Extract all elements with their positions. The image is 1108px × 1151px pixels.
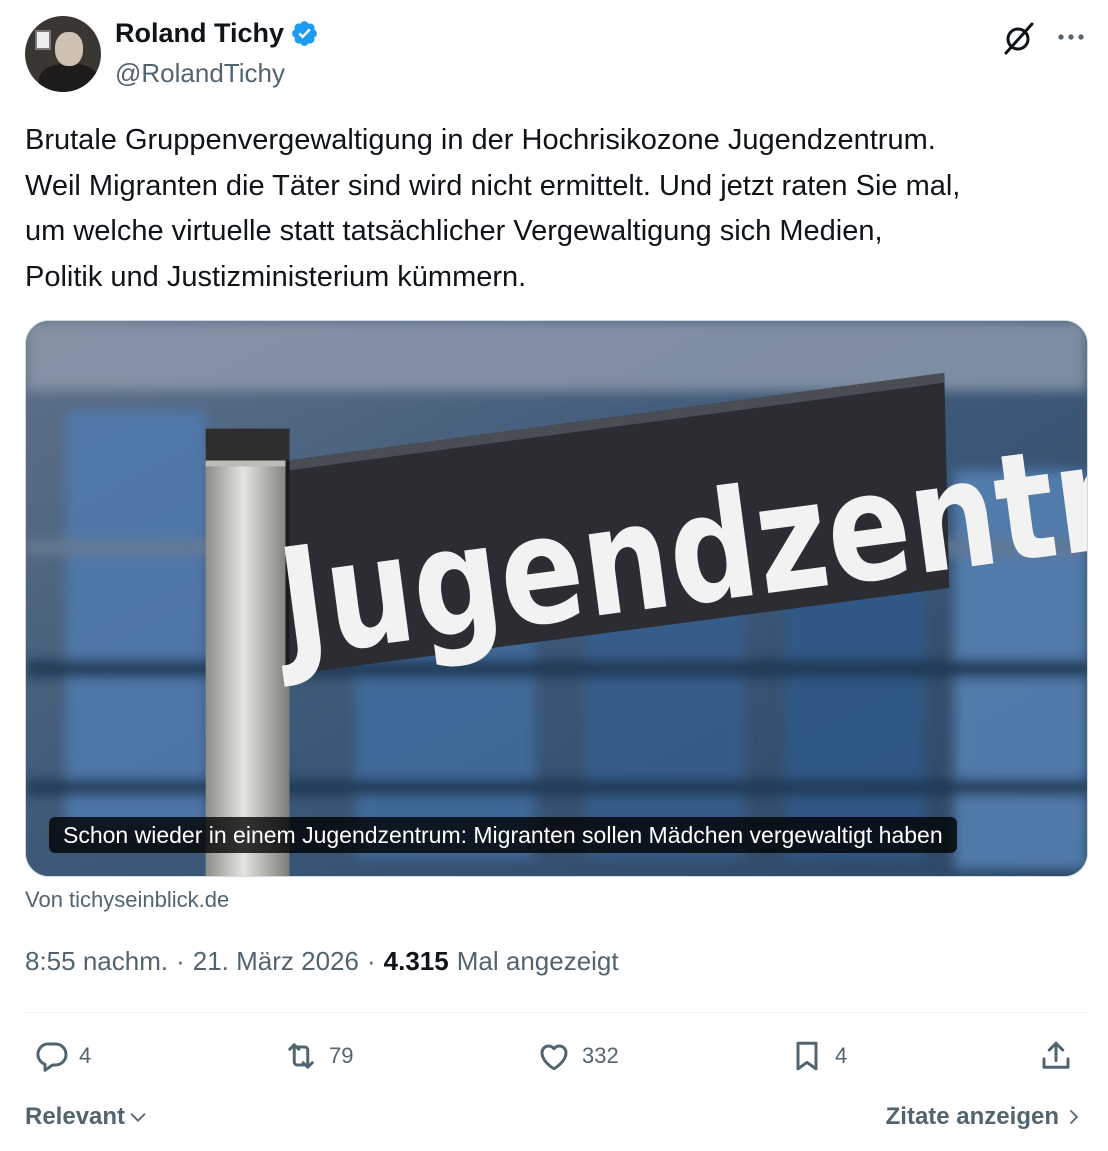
show-quotes-link[interactable]: Zitate anzeigen <box>886 1103 1083 1131</box>
avatar-body <box>39 64 99 92</box>
tweet-time[interactable]: 8:55 nachm. <box>25 946 168 977</box>
meta-separator: · <box>366 946 376 976</box>
chevron-right-icon <box>1070 1110 1079 1124</box>
reply-button[interactable]: 4 <box>33 1038 91 1074</box>
card-source[interactable]: Von tichyseinblick.de <box>25 887 229 913</box>
verified-badge-icon[interactable] <box>290 19 319 48</box>
repost-button[interactable]: 79 <box>283 1038 353 1074</box>
link-card[interactable]: Jugendzentrum Schon wieder in einem Juge… <box>25 320 1088 877</box>
grok-icon[interactable] <box>1001 20 1037 56</box>
tweet-date[interactable]: 21. März 2026 <box>193 946 359 977</box>
avatar-face <box>55 32 83 66</box>
bookmark-icon <box>796 1041 818 1071</box>
author-handle[interactable]: @RolandTichy <box>115 58 285 89</box>
bookmark-button[interactable]: 4 <box>789 1038 847 1074</box>
share-button[interactable] <box>1038 1038 1074 1074</box>
sort-relevant-button[interactable]: Relevant <box>25 1103 149 1131</box>
bookmark-count: 4 <box>835 1043 848 1068</box>
repost-count: 79 <box>329 1043 354 1068</box>
avatar-background-picture <box>35 30 51 50</box>
reply-icon <box>36 1042 68 1072</box>
view-count: 4.315 <box>383 946 449 976</box>
author-name[interactable]: Roland Tichy <box>115 18 284 49</box>
chevron-down-icon <box>130 1113 146 1122</box>
like-count: 332 <box>582 1043 619 1068</box>
tweet-meta: 8:55 nachm. · 21. März 2026 · 4.315 Mal … <box>25 946 619 977</box>
view-label: Mal angezeigt <box>456 946 619 976</box>
reply-count: 4 <box>79 1043 92 1068</box>
more-icon[interactable] <box>1054 20 1088 54</box>
share-icon <box>1042 1041 1070 1069</box>
like-button[interactable]: 332 <box>536 1038 619 1074</box>
avatar[interactable] <box>25 16 101 92</box>
card-image: Jugendzentrum <box>26 321 1087 876</box>
repost-icon <box>288 1043 314 1069</box>
tweet-text: Brutale Gruppenvergewaltigung in der Hoc… <box>25 124 961 293</box>
meta-separator: · <box>176 946 185 976</box>
quotes-label: Zitate anzeigen <box>885 1103 1059 1130</box>
sort-label: Relevant <box>25 1103 126 1130</box>
card-caption: Schon wieder in einem Jugendzentrum: Mig… <box>49 817 957 853</box>
like-icon <box>540 1044 568 1071</box>
action-bar: 4 79 332 4 <box>25 1038 1088 1082</box>
divider <box>25 1012 1088 1013</box>
author-name-row: Roland Tichy <box>115 18 319 49</box>
